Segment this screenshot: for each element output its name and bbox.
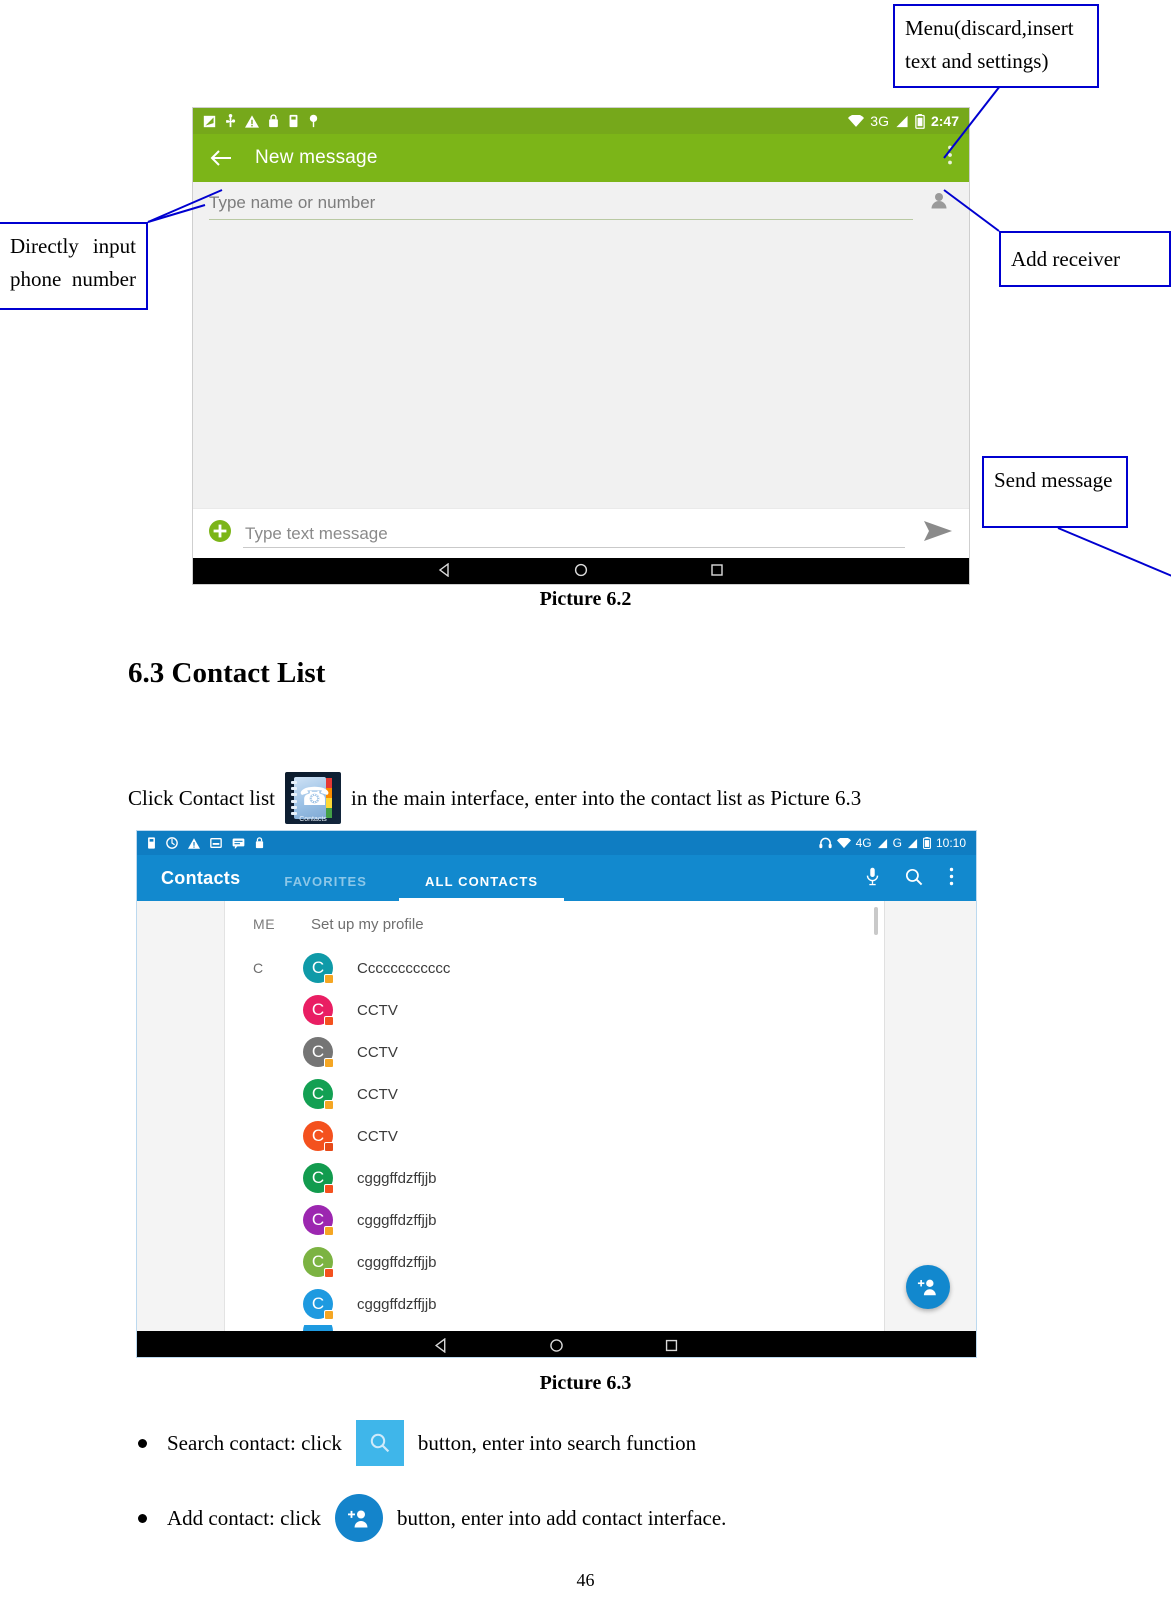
phone-number-callout: Directly input phone number: [0, 222, 148, 310]
add-receiver-callout: Add receiver: [999, 231, 1171, 287]
phone-number-callout-text: Directly input phone number: [10, 234, 136, 291]
menu-callout: Menu(discard,insert text and settings): [893, 4, 1099, 88]
send-message-callout-text: Send message: [994, 468, 1113, 492]
menu-callout-text: Menu(discard,insert text and settings): [905, 16, 1074, 73]
send-message-callout: Send message: [982, 456, 1128, 528]
add-receiver-callout-text: Add receiver: [1011, 246, 1121, 271]
leader-lines: [147, 85, 1171, 577]
